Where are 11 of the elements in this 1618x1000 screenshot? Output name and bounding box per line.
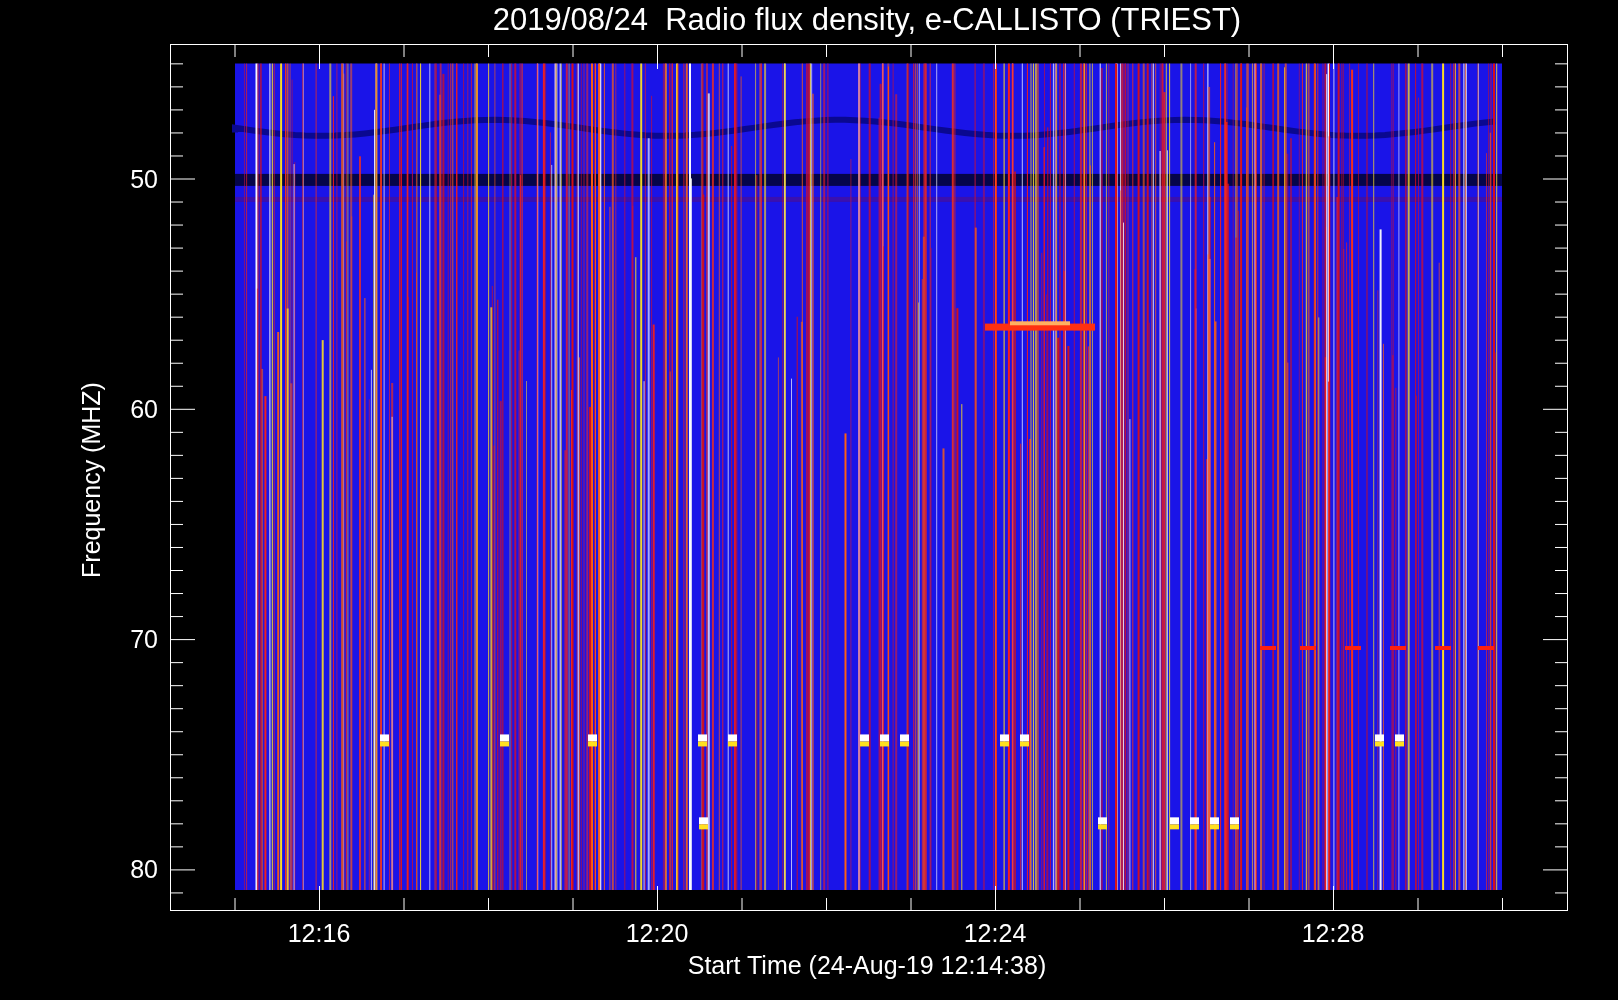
axis-label: Start Time (24-Aug-19 12:14:38) (687, 951, 1047, 979)
tick-label: 50 (130, 164, 158, 193)
axis-label: Frequency (MHZ) (77, 382, 105, 578)
tick-label: 12:24 (963, 919, 1027, 947)
tick-label: 12:20 (625, 919, 689, 947)
tick-label: 70 (130, 625, 158, 654)
tick-label: 12:28 (1301, 919, 1365, 947)
plot-title: 2019/08/24 Radio flux density, e-CALLISTO (TRIEST) (492, 1, 1242, 39)
tick-label: 60 (130, 394, 158, 423)
tick-label: 12:16 (287, 919, 351, 947)
tick-label: 80 (130, 855, 158, 884)
